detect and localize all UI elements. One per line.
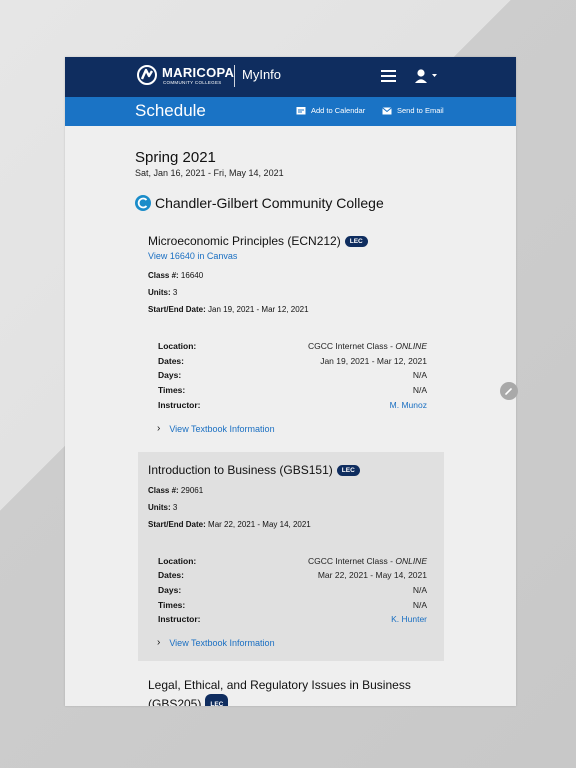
location-label: Location: <box>158 556 197 566</box>
top-navbar: MARICOPA COMMUNITY COLLEGES MyInfo <box>65 57 516 97</box>
dates-value: Mar 22, 2021 - May 14, 2021 <box>317 570 427 580</box>
units: Units: 3 <box>148 503 178 512</box>
view-textbook-label: View Textbook Information <box>169 423 275 434</box>
user-menu-icon[interactable] <box>414 68 440 84</box>
term-title: Spring 2021 <box>135 149 216 166</box>
lec-badge: LEC <box>336 465 360 476</box>
days-label: Days: <box>158 370 182 380</box>
add-to-calendar-button[interactable]: Add to Calendar <box>296 106 365 115</box>
maricopa-logo-icon <box>137 65 157 85</box>
lec-badge: LEC <box>205 694 229 706</box>
course-title-text: Legal, Ethical, and Regulatory Issues in… <box>148 678 411 706</box>
envelope-icon <box>382 106 392 114</box>
course-card-ecn212: Microeconomic Principles (ECN212) LEC Vie… <box>138 223 444 443</box>
course-title-text: Microeconomic Principles (ECN212) <box>148 234 341 248</box>
chevron-right-icon: › <box>157 637 161 648</box>
view-textbook-link[interactable]: › View Textbook Information <box>157 637 275 648</box>
pencil-icon <box>505 388 512 395</box>
app-screen: MARICOPA COMMUNITY COLLEGES MyInfo Sched… <box>65 57 516 706</box>
brand-divider <box>234 65 235 87</box>
days-label: Days: <box>158 585 182 595</box>
times-value: N/A <box>412 600 427 610</box>
college-heading: Chandler-Gilbert Community College <box>135 195 384 211</box>
send-to-email-label: Send to Email <box>397 106 444 115</box>
chevron-right-icon: › <box>157 423 161 434</box>
college-name: Chandler-Gilbert Community College <box>155 195 384 211</box>
course-card-gbs151: Introduction to Business (GBS151) LEC Cla… <box>138 452 444 661</box>
course-title: Microeconomic Principles (ECN212) LEC <box>148 234 368 248</box>
dates-label: Dates: <box>158 570 184 580</box>
view-textbook-label: View Textbook Information <box>169 637 275 648</box>
brand-name: MARICOPA <box>162 65 235 80</box>
times-label: Times: <box>158 600 186 610</box>
instructor-link[interactable]: K. Hunter <box>227 614 427 624</box>
start-end-date: Start/End Date: Jan 19, 2021 - Mar 12, 2… <box>148 305 309 314</box>
app-name: MyInfo <box>242 67 282 82</box>
lec-badge: LEC <box>344 236 368 247</box>
edit-handle-icon[interactable] <box>500 382 518 400</box>
days-value: N/A <box>412 370 427 380</box>
course-title-text: Introduction to Business (GBS151) <box>148 463 333 477</box>
schedule-header: Schedule Add to Calendar Send to Email <box>65 97 516 126</box>
instructor-label: Instructor: <box>158 614 201 624</box>
days-value: N/A <box>412 585 427 595</box>
times-label: Times: <box>158 385 186 395</box>
start-end-date: Start/End Date: Mar 22, 2021 - May 14, 2… <box>148 520 311 529</box>
page-title: Schedule <box>135 101 206 120</box>
class-number: Class #: 29061 <box>148 486 204 495</box>
dates-value: Jan 19, 2021 - Mar 12, 2021 <box>320 356 427 366</box>
college-logo-icon <box>135 195 151 211</box>
dates-label: Dates: <box>158 356 184 366</box>
location-value: CGCC Internet Class - ONLINE <box>307 341 427 351</box>
course-title: Introduction to Business (GBS151) LEC <box>148 463 360 477</box>
view-textbook-link[interactable]: › View Textbook Information <box>157 423 275 434</box>
course-title-gbs205: Legal, Ethical, and Regulatory Issues in… <box>148 677 448 706</box>
add-to-calendar-label: Add to Calendar <box>311 106 366 115</box>
view-in-canvas-link[interactable]: View 16640 in Canvas <box>148 251 237 261</box>
location-label: Location: <box>158 341 197 351</box>
instructor-link[interactable]: M. Munoz <box>227 400 427 410</box>
calendar-icon <box>296 107 306 115</box>
location-value: CGCC Internet Class - ONLINE <box>307 556 427 566</box>
class-number: Class #: 16640 <box>148 271 204 280</box>
units: Units: 3 <box>148 288 178 297</box>
times-value: N/A <box>412 385 427 395</box>
send-to-email-button[interactable]: Send to Email <box>382 106 444 115</box>
term-dates: Sat, Jan 16, 2021 - Fri, May 14, 2021 <box>135 168 284 178</box>
hamburger-icon[interactable] <box>381 70 396 82</box>
brand-subtitle: COMMUNITY COLLEGES <box>163 80 222 85</box>
instructor-label: Instructor: <box>158 400 201 410</box>
